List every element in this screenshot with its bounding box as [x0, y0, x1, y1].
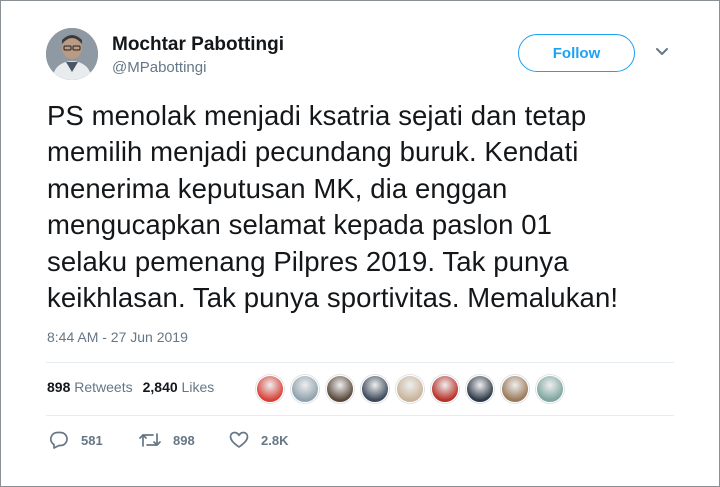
avatar[interactable] — [46, 28, 98, 80]
tweet-card: Mochtar Pabottingi @MPabottingi Follow P… — [0, 0, 720, 487]
tweet-text-line: selaku pemenang Pilpres 2019. Tak punya — [47, 245, 569, 277]
like-count: 2.8K — [261, 432, 289, 448]
likes-count: 2,840 — [142, 379, 178, 395]
tweet-timestamp[interactable]: 8:44 AM - 27 Jun 2019 — [47, 329, 188, 345]
liker-avatar[interactable] — [361, 375, 389, 403]
retweets-stat[interactable]: 898 Retweets — [47, 379, 133, 395]
display-name[interactable]: Mochtar Pabottingi — [112, 34, 284, 56]
tweet-text-line: PS menolak menjadi ksatria sejati dan te… — [47, 100, 587, 131]
retweets-label: Retweets — [74, 379, 133, 395]
liker-avatar[interactable] — [431, 375, 459, 403]
retweets-count: 898 — [47, 379, 71, 395]
tweet-text-line: memilih menjadi pecundang buruk. Kendati — [47, 136, 579, 168]
retweet-icon — [139, 433, 161, 447]
reply-count: 581 — [81, 432, 103, 448]
chevron-down-icon[interactable] — [655, 47, 669, 57]
liker-avatar[interactable] — [256, 375, 284, 403]
like-button[interactable]: 2.8K — [229, 431, 319, 449]
retweet-count: 898 — [173, 432, 195, 448]
follow-button[interactable]: Follow — [518, 34, 635, 72]
reply-icon — [50, 431, 68, 449]
likes-label: Likes — [181, 379, 215, 395]
liker-avatar[interactable] — [501, 375, 529, 403]
heart-icon — [229, 431, 249, 448]
liker-avatar[interactable] — [466, 375, 494, 403]
liker-avatar[interactable] — [536, 375, 564, 403]
retweet-button[interactable]: 898 — [139, 431, 229, 449]
tweet-text-line: keikhlasan. Tak punya sportivitas. Memal… — [47, 282, 619, 314]
liker-avatars — [256, 375, 564, 403]
avatar-image — [46, 28, 98, 80]
liker-avatar[interactable] — [326, 375, 354, 403]
tweet-text-line: mengucapkan selamat kepada paslon 01 — [47, 209, 553, 241]
engagement-stats: 898 Retweets 2,840 Likes — [47, 379, 214, 395]
liker-avatar[interactable] — [396, 375, 424, 403]
follow-button-label: Follow — [552, 44, 601, 62]
tweet-text: PS menolak menjadi ksatria sejati dan te… — [47, 98, 687, 316]
likes-stat[interactable]: 2,840 Likes — [143, 379, 215, 395]
tweet-text-line: menerima keputusan MK, dia enggan — [47, 172, 508, 204]
liker-avatar[interactable] — [291, 375, 319, 403]
reply-button[interactable]: 581 — [49, 431, 139, 449]
divider — [46, 415, 674, 416]
user-handle[interactable]: @MPabottingi — [112, 59, 206, 76]
divider — [46, 362, 674, 363]
tweet-actions: 581 898 2.8K — [49, 431, 319, 449]
